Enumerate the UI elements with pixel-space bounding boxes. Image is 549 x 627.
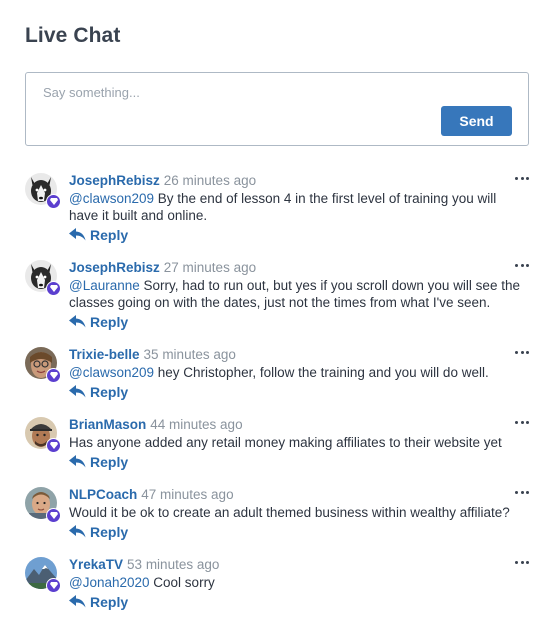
reply-button[interactable]: Reply <box>69 593 128 610</box>
mention-link[interactable]: @clawson209 <box>69 191 154 206</box>
member-badge-icon <box>46 194 61 209</box>
chat-message: YrekaTV 53 minutes ago @Jonah2020 Cool so… <box>25 557 535 613</box>
reply-arrow-icon <box>69 228 86 241</box>
author-name[interactable]: BrianMason <box>69 417 146 432</box>
reply-arrow-icon <box>69 595 86 608</box>
more-options-icon[interactable] <box>515 559 529 565</box>
author-name[interactable]: NLPCoach <box>69 487 137 502</box>
message-time: 47 minutes ago <box>141 487 234 502</box>
mention-link[interactable]: @Lauranne <box>69 278 140 293</box>
reply-arrow-icon <box>69 385 86 398</box>
chat-compose-box: Send <box>25 72 529 146</box>
reply-label: Reply <box>90 593 129 610</box>
message-text-block: Would it be ok to create an adult themed… <box>69 504 535 521</box>
avatar[interactable] <box>25 417 61 453</box>
message-time: 35 minutes ago <box>143 347 236 362</box>
reply-label: Reply <box>90 453 129 470</box>
more-options-icon[interactable] <box>515 419 529 425</box>
more-options-icon[interactable] <box>515 175 529 181</box>
member-badge-icon <box>46 438 61 453</box>
message-text-block: @Lauranne Sorry, had to run out, but yes… <box>69 277 535 311</box>
reply-arrow-icon <box>69 315 86 328</box>
chat-message: Trixie-belle 35 minutes ago @clawson209 h… <box>25 347 535 403</box>
avatar[interactable] <box>25 173 61 209</box>
avatar[interactable] <box>25 487 61 523</box>
author-name[interactable]: JosephRebisz <box>69 260 160 275</box>
more-options-icon[interactable] <box>515 349 529 355</box>
reply-button[interactable]: Reply <box>69 383 128 400</box>
message-list: JosephRebisz 26 minutes ago @clawson209 B… <box>25 173 535 627</box>
message-body: Would it be ok to create an adult themed… <box>69 505 510 520</box>
reply-arrow-icon <box>69 455 86 468</box>
message-text-block: @clawson209 By the end of lesson 4 in th… <box>69 190 535 224</box>
message-time: 27 minutes ago <box>163 260 257 275</box>
message-time: 53 minutes ago <box>127 557 220 572</box>
reply-button[interactable]: Reply <box>69 453 128 470</box>
more-options-icon[interactable] <box>515 489 529 495</box>
mention-link[interactable]: @Jonah2020 <box>69 575 150 590</box>
member-badge-icon <box>46 281 61 296</box>
message-body: Cool sorry <box>153 575 215 590</box>
chat-message: NLPCoach 47 minutes ago Would it be ok to… <box>25 487 535 543</box>
author-name[interactable]: JosephRebisz <box>69 173 160 188</box>
chat-message: JosephRebisz 27 minutes ago @Lauranne Sor… <box>25 260 535 333</box>
reply-label: Reply <box>90 226 129 243</box>
author-name[interactable]: YrekaTV <box>69 557 123 572</box>
page-title: Live Chat <box>25 24 121 47</box>
message-time: 26 minutes ago <box>163 173 257 188</box>
message-body: hey Christopher, follow the training and… <box>157 365 489 380</box>
reply-label: Reply <box>90 313 129 330</box>
author-name[interactable]: Trixie-belle <box>69 347 140 362</box>
reply-button[interactable]: Reply <box>69 523 128 540</box>
chat-message: JosephRebisz 26 minutes ago @clawson209 B… <box>25 173 535 246</box>
reply-label: Reply <box>90 523 129 540</box>
chat-message: BrianMason 44 minutes ago Has anyone adde… <box>25 417 535 473</box>
reply-button[interactable]: Reply <box>69 226 128 243</box>
message-time: 44 minutes ago <box>150 417 243 432</box>
member-badge-icon <box>46 508 61 523</box>
send-button[interactable]: Send <box>441 106 512 136</box>
more-options-icon[interactable] <box>515 262 529 268</box>
message-text-block: @Jonah2020 Cool sorry <box>69 574 535 591</box>
message-text-block: @clawson209 hey Christopher, follow the … <box>69 364 535 381</box>
reply-button[interactable]: Reply <box>69 313 128 330</box>
avatar[interactable] <box>25 347 61 383</box>
member-badge-icon <box>46 578 61 593</box>
reply-label: Reply <box>90 383 129 400</box>
message-body: Has anyone added any retail money making… <box>69 435 502 450</box>
reply-arrow-icon <box>69 525 86 538</box>
message-text-block: Has anyone added any retail money making… <box>69 434 535 451</box>
avatar[interactable] <box>25 557 61 593</box>
avatar[interactable] <box>25 260 61 296</box>
member-badge-icon <box>46 368 61 383</box>
mention-link[interactable]: @clawson209 <box>69 365 154 380</box>
